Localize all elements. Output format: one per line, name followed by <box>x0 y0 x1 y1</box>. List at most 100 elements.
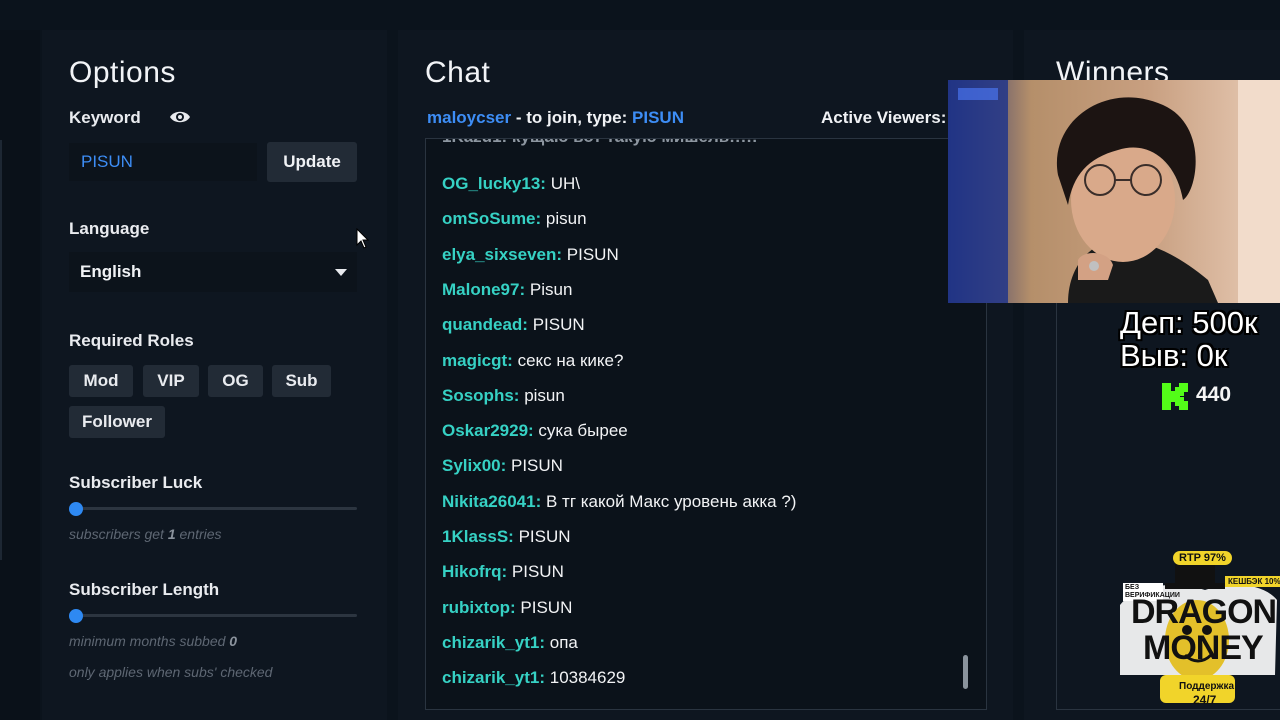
chat-message-text: опа <box>549 632 578 652</box>
subscriber-luck-hint: subscribers get 1 entries <box>69 526 222 542</box>
chat-username[interactable]: OG_lucky13: <box>442 174 546 193</box>
chat-message: Nikita26041: В тг какой Макс уровень акк… <box>442 492 796 512</box>
chat-message: rubixtop: PISUN <box>442 598 572 618</box>
chat-username[interactable]: Sylix00: <box>442 456 506 475</box>
chat-message-text: секс на кике? <box>517 350 624 370</box>
subscriber-length-label: Subscriber Length <box>69 580 220 599</box>
brand-line-1: DRAGON <box>1131 593 1277 631</box>
chat-message: omSoSume: pisun <box>442 209 587 229</box>
chat-username[interactable]: Hikofrq: <box>442 562 507 581</box>
webcam-overlay <box>948 80 1280 303</box>
role-chip-vip[interactable]: VIP <box>143 365 199 397</box>
chat-message: chizarik_yt1: 10384629 <box>442 668 625 688</box>
subscriber-luck-slider[interactable] <box>69 507 357 510</box>
subscriber-length-thumb[interactable] <box>69 609 83 623</box>
subscriber-length-hint: minimum months subbed 0 <box>69 633 237 649</box>
promo-badge: RTP 97% КЕШБЭК 10% БЕЗ ВЕРИФИКАЦИИ DRAGO… <box>1115 545 1280 720</box>
chat-message-text: 10384629 <box>549 668 626 688</box>
left-sidebar-strip <box>0 30 40 720</box>
eye-icon[interactable] <box>169 109 191 125</box>
keyword-label: Keyword <box>69 108 141 127</box>
withdraw-text: Выв: 0к <box>1120 338 1228 373</box>
language-value: English <box>80 262 142 281</box>
chat-message-text: PISUN <box>511 562 564 582</box>
chat-username[interactable]: Nikita26041: <box>442 492 541 511</box>
join-keyword: PISUN <box>632 108 684 127</box>
subscriber-luck-thumb[interactable] <box>69 502 83 516</box>
chat-message-partial: 1Kazu1: кущаю вот такую мишель!!!!! <box>442 139 758 147</box>
chat-message: magicgt: секс на кике? <box>442 351 623 371</box>
chat-message-text: PISUN <box>520 597 573 617</box>
chat-message: Sylix00: PISUN <box>442 456 563 476</box>
required-roles-label: Required Roles <box>69 331 194 350</box>
chat-username[interactable]: Oskar2929: <box>442 421 534 440</box>
chat-message: OG_lucky13: UH\ <box>442 174 580 194</box>
chat-username[interactable]: chizarik_yt1: <box>442 633 545 652</box>
chat-message-text: pisun <box>545 209 587 229</box>
chat-message: 1KlassS: PISUN <box>442 527 571 547</box>
kick-logo-icon <box>1162 383 1188 410</box>
subscriber-length-note: only applies when subs' checked <box>69 664 273 680</box>
join-instructions: maloycser - to join, type: PISUN <box>427 108 684 128</box>
support-line-1: Поддержка <box>1179 681 1235 692</box>
chat-username[interactable]: Malone97: <box>442 280 525 299</box>
chat-message-text: В тг какой Макс уровень акка ?) <box>545 491 797 511</box>
chat-username[interactable]: 1KlassS: <box>442 527 514 546</box>
chat-message-text: UH\ <box>550 174 580 193</box>
chat-username[interactable]: rubixtop: <box>442 598 516 617</box>
webcam-image <box>948 80 1280 303</box>
join-text: - to join, type: <box>515 108 628 127</box>
chat-message: Oskar2929: сука бырее <box>442 421 628 441</box>
active-viewers-label: Active Viewers: <box>821 108 947 127</box>
keyword-input[interactable] <box>69 143 257 181</box>
chat-scrollbar[interactable] <box>963 655 968 689</box>
chat-message: quandead: PISUN <box>442 315 585 335</box>
role-chip-sub[interactable]: Sub <box>272 365 331 397</box>
chat-message-text: pisun <box>524 385 565 405</box>
chat-username[interactable]: chizarik_yt1: <box>442 668 545 687</box>
top-bar <box>0 0 1280 30</box>
subscriber-length-slider[interactable] <box>69 614 357 617</box>
chat-username[interactable]: magicgt: <box>442 351 513 370</box>
chat-username[interactable]: elya_sixseven: <box>442 245 562 264</box>
chat-message-text: PISUN <box>532 315 585 335</box>
chat-message: Sosophs: pisun <box>442 386 565 406</box>
chat-username[interactable]: quandead: <box>442 315 528 334</box>
subscriber-luck-label: Subscriber Luck <box>69 473 203 492</box>
chat-message: elya_sixseven: PISUN <box>442 245 619 265</box>
chat-message-text: сука бырее <box>538 421 628 441</box>
rtp-badge: RTP 97% <box>1173 551 1232 565</box>
kick-viewer-count: 440 <box>1196 383 1232 406</box>
chat-username[interactable]: Sosophs: <box>442 386 519 405</box>
subscriber-luck-hint-prefix: subscribers get <box>69 526 164 542</box>
cursor-icon <box>356 228 370 249</box>
support-line-2: 24/7 <box>1193 693 1217 707</box>
chat-message-text: Pisun <box>529 279 573 299</box>
subscriber-luck-value: 1 <box>167 526 176 542</box>
chat-log[interactable]: 1Kazu1: кущаю вот такую мишель!!!!! OG_l… <box>425 138 987 710</box>
subscriber-length-value: 0 <box>229 633 238 649</box>
language-select[interactable]: English <box>69 252 357 292</box>
sidebar-edge <box>0 140 2 560</box>
chat-message: Hikofrq: PISUN <box>442 562 564 582</box>
chat-title: Chat <box>425 56 491 89</box>
brand-line-2: MONEY <box>1143 629 1264 667</box>
subscriber-length-hint-prefix: minimum months subbed <box>69 633 226 649</box>
subscriber-luck-hint-suffix: entries <box>179 526 222 542</box>
chat-message-text: PISUN <box>566 244 619 264</box>
role-chip-og[interactable]: OG <box>208 365 263 397</box>
options-title: Options <box>69 56 176 89</box>
channel-name[interactable]: maloycser <box>427 108 511 127</box>
chat-message: chizarik_yt1: опа <box>442 633 578 653</box>
cashback-badge: КЕШБЭК 10% <box>1225 576 1280 587</box>
role-chip-follower[interactable]: Follower <box>69 406 165 438</box>
chat-message-text: PISUN <box>518 527 571 546</box>
deposit-text: Деп: 500к <box>1120 305 1258 340</box>
language-label: Language <box>69 219 150 238</box>
chat-username[interactable]: omSoSume: <box>442 209 541 228</box>
update-button[interactable]: Update <box>267 142 357 182</box>
role-chip-mod[interactable]: Mod <box>69 365 133 397</box>
chat-message: Malone97: Pisun <box>442 280 572 300</box>
chat-message-text: PISUN <box>511 456 563 476</box>
chevron-down-icon <box>335 269 347 276</box>
